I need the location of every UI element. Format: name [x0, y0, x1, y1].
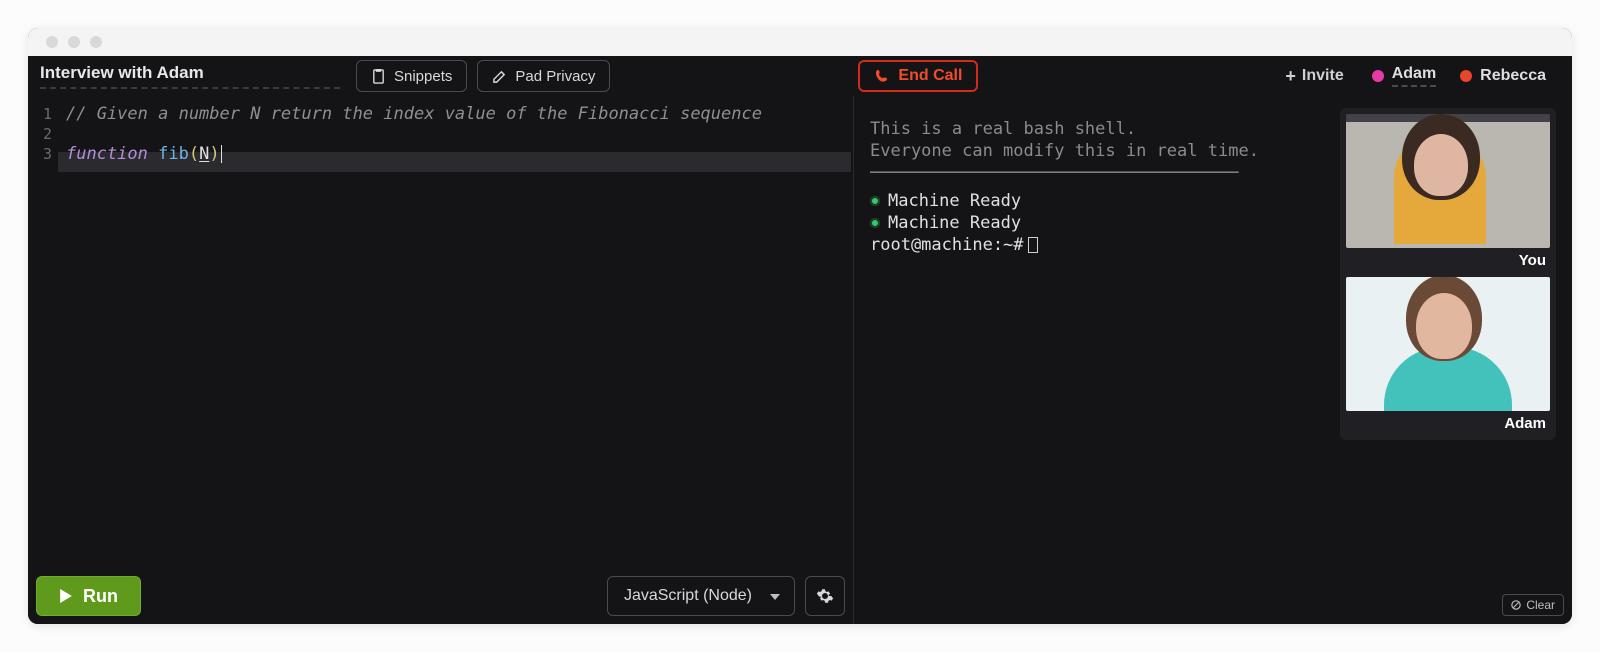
code-keyword: function — [66, 144, 148, 164]
snippets-button[interactable]: Snippets — [356, 60, 467, 92]
settings-button[interactable] — [805, 576, 845, 616]
close-window-icon[interactable] — [46, 36, 58, 48]
window-title-bar — [28, 28, 1572, 56]
terminal-cursor-icon — [1028, 237, 1038, 253]
code-function-name: fib — [158, 144, 189, 164]
editor-footer: Run JavaScript (Node) — [28, 574, 853, 618]
gear-icon — [816, 587, 834, 605]
edit-icon — [492, 69, 507, 84]
video-tile-adam[interactable]: Adam — [1346, 277, 1550, 434]
end-call-label: End Call — [898, 67, 962, 85]
clipboard-icon — [371, 69, 386, 84]
participant-adam[interactable]: Adam — [1372, 65, 1436, 87]
line-number: 2 — [28, 124, 52, 144]
phone-icon — [874, 68, 890, 84]
video-thumbnail — [1346, 114, 1550, 248]
text-cursor-icon — [221, 145, 222, 163]
video-label: Adam — [1346, 411, 1550, 434]
participant-name: Rebecca — [1480, 67, 1546, 85]
minimize-window-icon[interactable] — [68, 36, 80, 48]
pad-privacy-button[interactable]: Pad Privacy — [477, 60, 610, 92]
code-paren: ) — [209, 144, 219, 164]
pad-privacy-label: Pad Privacy — [515, 68, 595, 85]
status-dot-icon — [870, 196, 880, 206]
right-pane: This is a real bash shell. Everyone can … — [854, 96, 1572, 624]
video-thumbnail — [1346, 277, 1550, 411]
main-row: 1 2 3 // Given a number N return the ind… — [28, 96, 1572, 624]
participant-rebecca[interactable]: Rebecca — [1460, 67, 1546, 85]
line-number: 1 — [28, 104, 52, 124]
app-body: Interview with Adam Snippets Pad Privacy… — [28, 56, 1572, 624]
end-call-button[interactable]: End Call — [858, 60, 978, 92]
video-tile-you[interactable]: You — [1346, 114, 1550, 271]
code-lines: // Given a number N return the index val… — [58, 104, 853, 624]
participant-name: Adam — [1392, 65, 1436, 87]
invite-button[interactable]: + Invite — [1285, 66, 1343, 87]
line-gutter: 1 2 3 — [28, 104, 58, 624]
status-dot-icon — [870, 218, 880, 228]
video-panel[interactable]: You Adam — [1340, 108, 1556, 440]
language-select[interactable]: JavaScript (Node) — [607, 576, 795, 616]
line-number: 3 — [28, 144, 52, 164]
run-label: Run — [83, 586, 118, 607]
play-icon — [59, 589, 73, 603]
plus-icon: + — [1285, 66, 1296, 87]
invite-label: Invite — [1302, 67, 1344, 85]
top-toolbar: Interview with Adam Snippets Pad Privacy… — [28, 56, 1572, 96]
clear-button[interactable]: Clear — [1502, 594, 1564, 616]
run-button[interactable]: Run — [36, 576, 141, 616]
app-window: Interview with Adam Snippets Pad Privacy… — [28, 28, 1572, 624]
code-comment: // Given a number N return the index val… — [66, 104, 762, 124]
code-editor[interactable]: 1 2 3 // Given a number N return the ind… — [28, 96, 853, 624]
page-title[interactable]: Interview with Adam — [40, 63, 340, 89]
presence-dot-icon — [1372, 70, 1384, 82]
editor-pane: 1 2 3 // Given a number N return the ind… — [28, 96, 854, 624]
clear-label: Clear — [1526, 598, 1555, 612]
cancel-icon — [1511, 600, 1521, 610]
zoom-window-icon[interactable] — [90, 36, 102, 48]
presence-dot-icon — [1460, 70, 1472, 82]
code-param: N — [199, 144, 209, 164]
snippets-label: Snippets — [394, 68, 452, 85]
code-paren: ( — [189, 144, 199, 164]
language-label: JavaScript (Node) — [624, 587, 752, 605]
video-label: You — [1346, 248, 1550, 271]
